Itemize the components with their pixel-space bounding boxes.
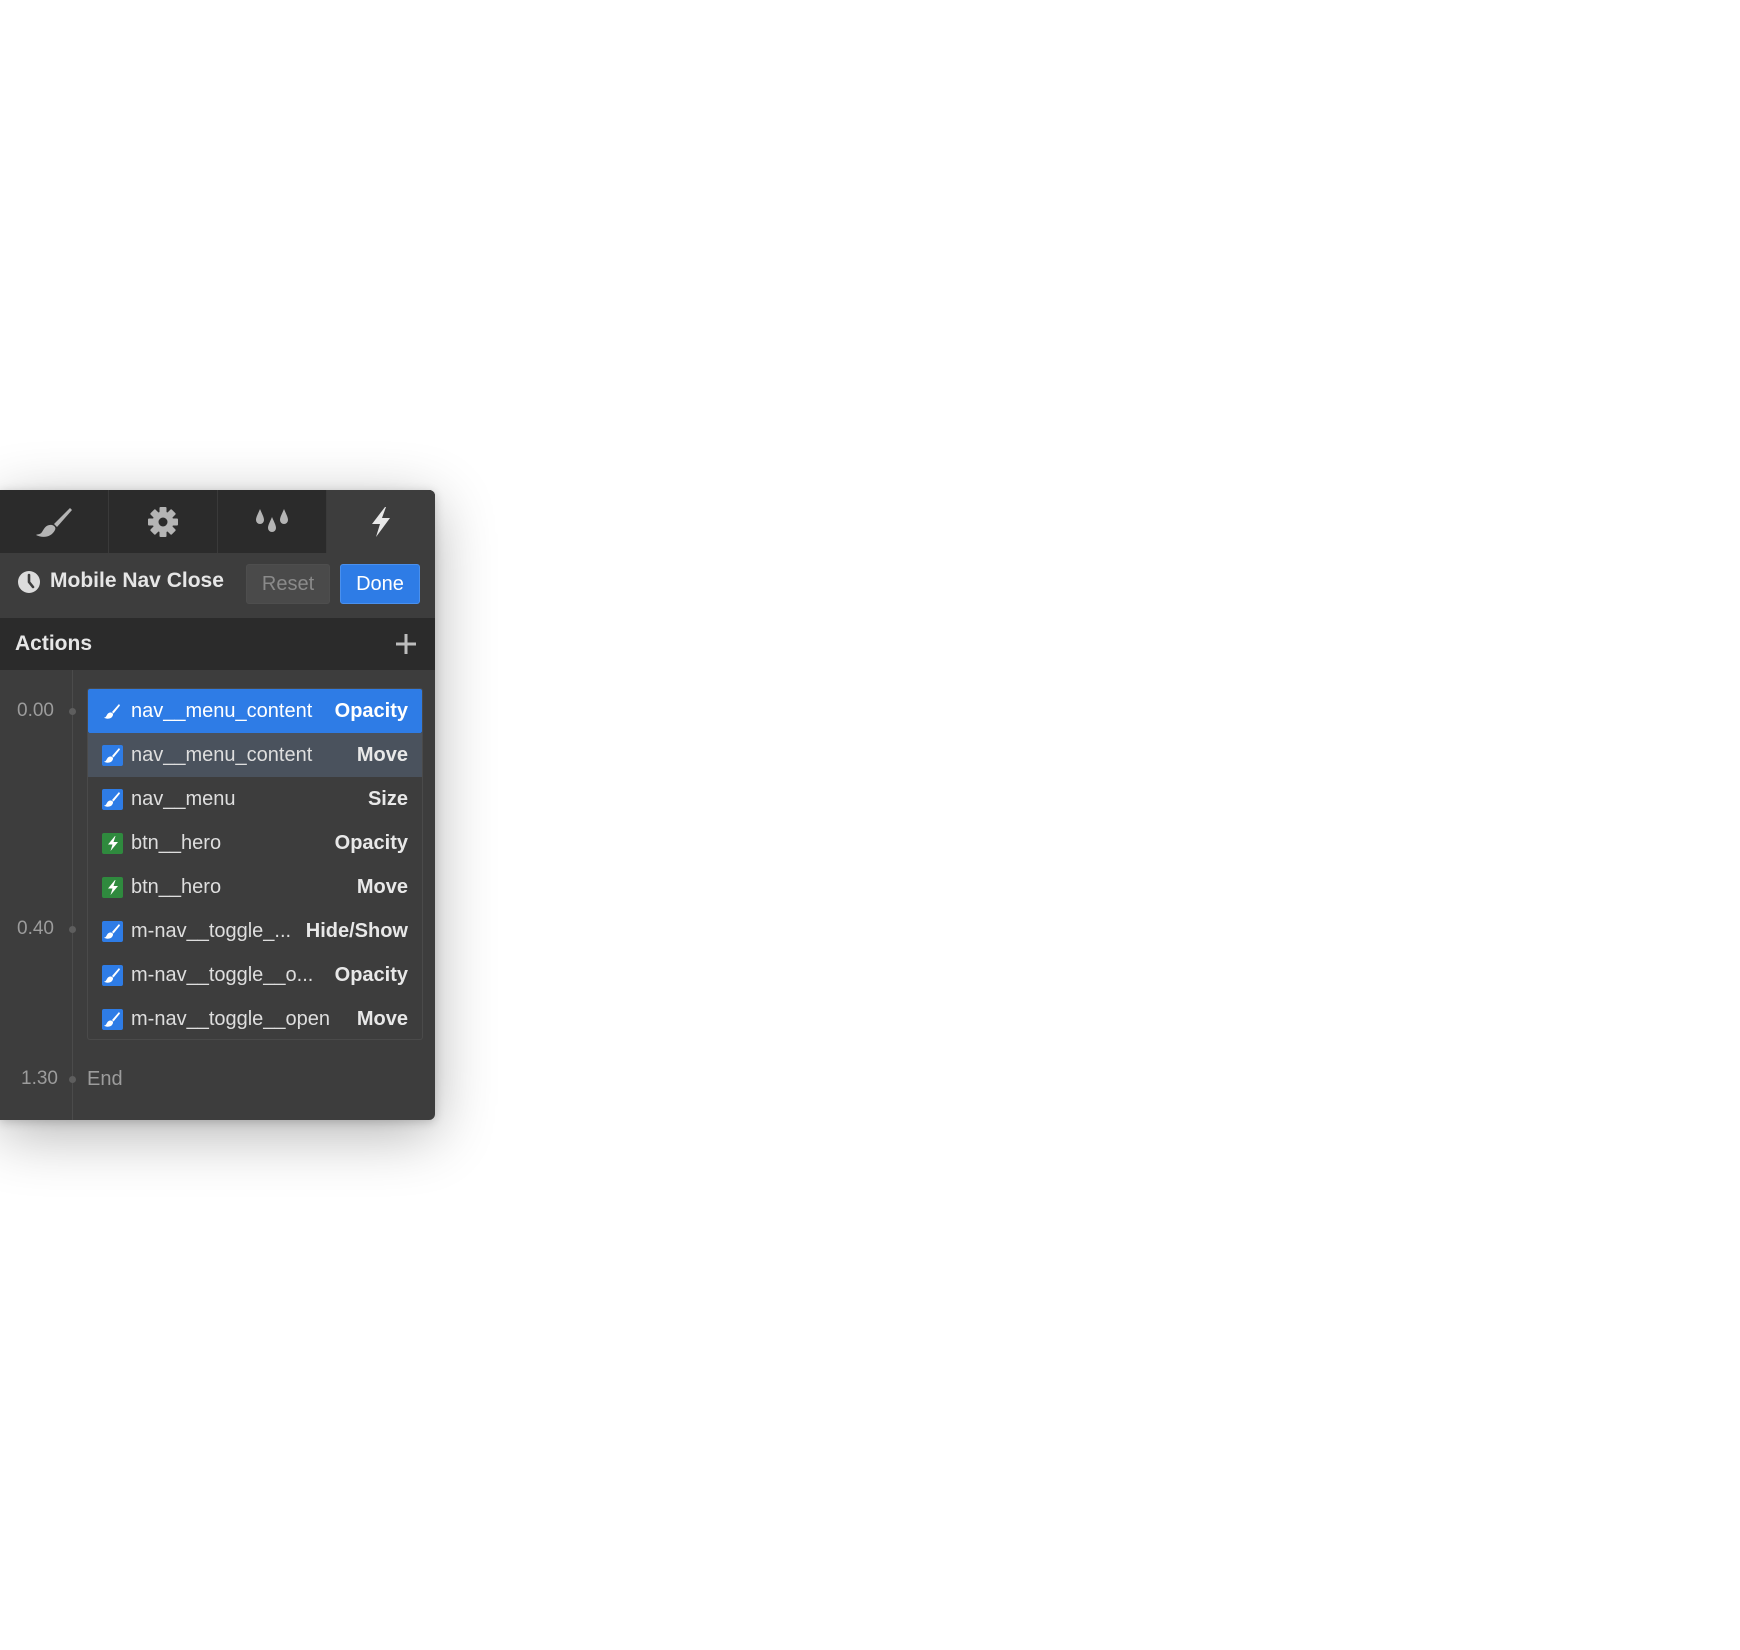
timeline-dot-0 (69, 708, 76, 715)
actions-title: Actions (15, 632, 93, 655)
action-row[interactable]: m-nav__toggle__open Move (88, 997, 422, 1041)
tab-style-manager[interactable] (218, 490, 327, 553)
tab-interactions[interactable] (327, 490, 435, 553)
tab-settings[interactable] (109, 490, 218, 553)
clock-icon (18, 571, 40, 593)
reset-button[interactable]: Reset (246, 564, 330, 604)
lightning-icon (102, 833, 123, 854)
timeline-dot-2 (69, 1076, 76, 1083)
action-row[interactable]: nav__menu_content Opacity (88, 689, 422, 733)
done-button[interactable]: Done (340, 564, 420, 604)
drops-icon (256, 508, 288, 532)
action-type: Opacity (334, 964, 408, 986)
interaction-header: Mobile Nav Close Reset Done (0, 553, 435, 608)
interaction-title: Mobile Nav Close (50, 569, 224, 592)
action-element: m-nav__toggle__open (131, 1008, 331, 1030)
action-element: btn__hero (131, 876, 222, 898)
action-element: nav__menu_content (131, 744, 313, 766)
timeline-end-label: End (87, 1068, 123, 1090)
paintbrush-icon (102, 1009, 123, 1030)
action-type: Opacity (334, 700, 408, 722)
lightning-icon (372, 506, 390, 537)
action-element: m-nav__toggle_... (131, 920, 292, 942)
gear-icon (148, 506, 178, 537)
plus-icon[interactable] (394, 632, 418, 656)
action-row[interactable]: m-nav__toggle__o... Opacity (88, 953, 422, 997)
action-type: Move (356, 1008, 408, 1030)
lightning-icon (102, 877, 123, 898)
timeline-line (72, 670, 73, 1120)
action-type: Move (356, 744, 408, 766)
paintbrush-icon (102, 745, 123, 766)
panel-tab-bar (0, 490, 435, 553)
tab-style[interactable] (0, 490, 109, 553)
action-type: Hide/Show (305, 920, 408, 942)
actions-header: Actions (0, 618, 435, 670)
paintbrush-icon (102, 921, 123, 942)
action-row[interactable]: nav__menu_content Move (88, 733, 422, 777)
action-type: Size (367, 788, 408, 810)
paintbrush-icon (102, 965, 123, 986)
action-element: m-nav__toggle__o... (131, 964, 314, 986)
action-element: nav__menu_content (131, 700, 313, 722)
action-element: nav__menu (131, 788, 236, 810)
paintbrush-icon (102, 789, 123, 810)
timeline-marker-1: 0.40 (17, 918, 54, 939)
paintbrush-icon (36, 507, 72, 537)
timeline-marker-2: 1.30 (21, 1068, 58, 1089)
paintbrush-icon (102, 701, 123, 722)
interactions-panel: Mobile Nav Close Reset Done Actions 0.00… (0, 490, 435, 1120)
action-row[interactable]: m-nav__toggle_... Hide/Show (88, 909, 422, 953)
action-row[interactable]: btn__hero Move (88, 865, 422, 909)
action-element: btn__hero (131, 832, 222, 854)
action-type: Move (356, 876, 408, 898)
timeline-dot-1 (69, 926, 76, 933)
actions-list: nav__menu_content Opacity nav__menu_cont… (87, 688, 423, 1040)
action-row[interactable]: btn__hero Opacity (88, 821, 422, 865)
timeline-marker-0: 0.00 (17, 700, 54, 721)
action-type: Opacity (334, 832, 408, 854)
action-row[interactable]: nav__menu Size (88, 777, 422, 821)
